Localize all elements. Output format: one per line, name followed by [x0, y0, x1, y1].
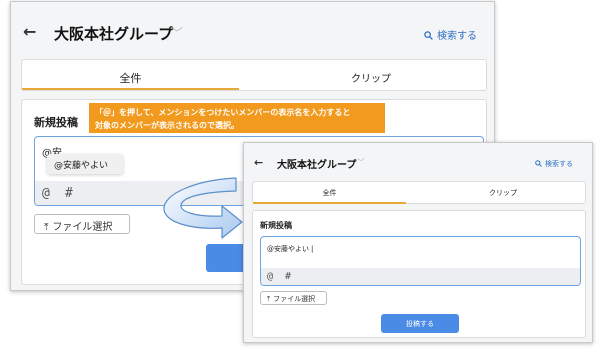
file-select-button-small[interactable]: ⤒ ファイル選択 — [260, 291, 327, 305]
submit-button[interactable]: 投稿する — [381, 314, 459, 333]
tab-clip-small[interactable]: クリップ — [420, 188, 586, 198]
post-card-small: 新規投稿 @安藤やよい | @ # ⤒ ファイル選択 投稿する — [252, 210, 586, 338]
chevron-down-icon[interactable]: ﹀ — [357, 157, 365, 168]
completed-text: @安藤やよい | — [267, 244, 313, 254]
post-input-small[interactable]: @安藤やよい | @ # — [260, 236, 581, 286]
search-button-small[interactable]: 検索する — [535, 159, 573, 169]
input-toolbar-small: @ # — [261, 268, 580, 285]
group-title-small[interactable]: 大阪本社グループ — [277, 156, 356, 171]
upload-icon: ⤒ — [267, 295, 271, 303]
window-after: ← 大阪本社グループ ﹀ 検索する 全件 クリップ 新規投稿 @安藤やよい | @… — [243, 142, 593, 343]
text-cursor: | — [311, 245, 314, 253]
tab-underline-small — [253, 202, 406, 204]
file-select-label-small: ファイル選択 — [273, 295, 316, 303]
tab-all-small[interactable]: 全件 — [253, 188, 406, 198]
post-heading-small: 新規投稿 — [260, 221, 292, 230]
tab-bar-small: 全件 クリップ — [252, 181, 586, 204]
back-arrow-icon[interactable]: ← — [254, 156, 263, 169]
submit-label: 投稿する — [406, 320, 434, 328]
search-label-small: 検索する — [545, 160, 573, 168]
hashtag-button-small[interactable]: # — [285, 271, 291, 282]
completed-mention: @安藤やよい — [267, 245, 309, 253]
magnifier-icon — [535, 160, 542, 167]
mention-button-small[interactable]: @ — [267, 271, 273, 282]
